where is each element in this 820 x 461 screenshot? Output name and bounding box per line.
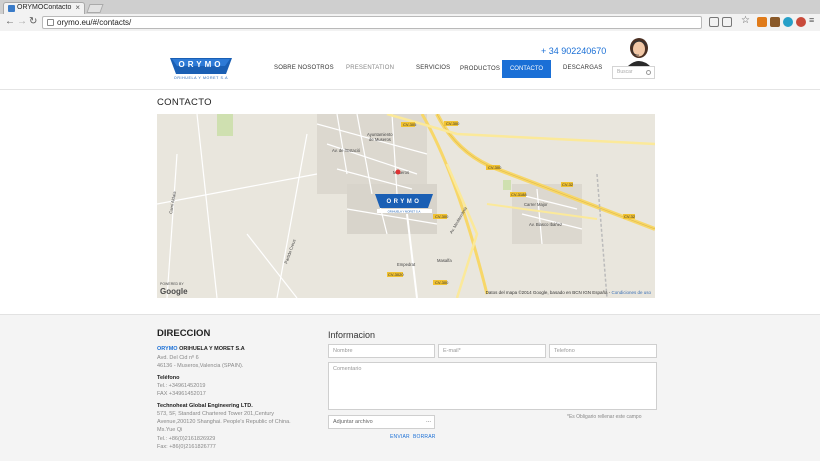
fax2-line: Fax: +86(0)2161826777 xyxy=(157,444,216,450)
name-placeholder: Nombre xyxy=(333,348,353,354)
phone-number: + 34 902240670 xyxy=(541,46,607,56)
page-title: CONTACTO xyxy=(157,97,212,108)
google-label: Google xyxy=(160,287,188,296)
star-icon[interactable]: ☆ xyxy=(741,15,751,26)
google-logo[interactable]: POWERED BY Google xyxy=(160,282,188,296)
tel2-line: Tel.: +86(0)2161826929 xyxy=(157,436,216,442)
contact-person: Ms.Yue Qi xyxy=(157,427,183,433)
reload-icon[interactable]: ↻ xyxy=(29,16,37,27)
svg-text:CV-32: CV-32 xyxy=(624,214,636,219)
svg-text:CV-300: CV-300 xyxy=(435,280,449,285)
svg-text:CV-32: CV-32 xyxy=(562,182,574,187)
orymo-logo[interactable]: ORYMO ORIHUELA Y MORET S.A xyxy=(170,54,232,80)
browser-toolbar: ← → ↻ orymo.eu/#/contacts/ ☆ ≡ xyxy=(0,14,820,31)
nav-sobre-nosotros[interactable]: SOBRE NOSOTROS xyxy=(274,65,334,71)
tab-title: ORYMOContacto xyxy=(17,4,72,11)
search-input[interactable]: Buscar xyxy=(617,69,633,75)
page-icon xyxy=(47,19,54,26)
map-canvas[interactable]: CV-300 CV-300 CV-3188 CV-32 CV-32 CV-300… xyxy=(157,114,655,298)
close-tab-icon[interactable]: × xyxy=(75,3,80,12)
address-bar[interactable]: orymo.eu/#/contacts/ xyxy=(42,16,702,29)
map-terms-link[interactable]: Condiciones de uso xyxy=(611,290,651,295)
shield-icon[interactable] xyxy=(709,17,719,27)
reader-icon[interactable] xyxy=(722,17,732,27)
phone-field[interactable]: Telefono xyxy=(549,344,657,358)
map-credit-text: Datos del mapa ©2014 Google, basado en B… xyxy=(485,290,608,295)
google-map[interactable]: CV-300 CV-300 CV-3188 CV-32 CV-32 CV-300… xyxy=(157,114,655,298)
svg-text:ORYMO: ORYMO xyxy=(387,199,422,205)
clear-button[interactable]: BORRAR xyxy=(413,434,436,440)
powered-by-label: POWERED BY xyxy=(160,282,184,286)
comment-placeholder: Comentario xyxy=(333,366,362,372)
orymo-map-marker[interactable]: ORYMO ORIHUELA Y MORET S.A xyxy=(375,194,433,213)
place-museros: Museros xyxy=(393,170,409,175)
company-brand: ORYMO xyxy=(157,346,178,352)
back-icon[interactable]: ← xyxy=(5,16,15,27)
svg-text:Av. de l'Estació: Av. de l'Estació xyxy=(332,148,361,153)
attach-file-field[interactable]: Adjuntar archivo... xyxy=(328,415,435,429)
svg-text:CV-300: CV-300 xyxy=(488,165,502,170)
nav-servicios[interactable]: SERVICIOS xyxy=(416,65,450,71)
attach-label: Adjuntar archivo xyxy=(333,419,373,425)
name-field[interactable]: Nombre xyxy=(328,344,435,358)
nav-contacto[interactable]: CONTACTO xyxy=(502,60,551,78)
new-tab-button[interactable] xyxy=(86,4,104,13)
svg-text:CV-3188: CV-3188 xyxy=(511,192,527,197)
nav-productos-label: PRODUCTOS xyxy=(460,66,501,72)
direccion-title: DIRECCION xyxy=(157,328,211,339)
support-agent-avatar xyxy=(626,38,652,68)
company-label: ORIHUELA Y MORET S.A xyxy=(179,346,245,352)
map-credit: Datos del mapa ©2014 Google, basado en B… xyxy=(485,290,651,295)
extension-blue-icon[interactable] xyxy=(783,17,793,27)
send-button[interactable]: ENVIAR xyxy=(390,434,410,440)
svg-text:Carrer Major: Carrer Major xyxy=(524,202,548,207)
svg-text:ORYMO: ORYMO xyxy=(179,60,224,69)
svg-text:Av. Blasco Ibáñez: Av. Blasco Ibáñez xyxy=(529,222,562,227)
svg-text:CV-3020: CV-3020 xyxy=(388,272,404,277)
address-line-2: 46136 - Museros,Valencia (SPAIN). xyxy=(157,363,244,369)
company2-name: Technoheat Global Engineering LTD. xyxy=(157,403,253,409)
extension-orange-icon[interactable] xyxy=(757,17,767,27)
phone-placeholder: Telefono xyxy=(554,348,575,354)
url-text: orymo.eu/#/contacts/ xyxy=(57,18,132,27)
email-placeholder: E-mail* xyxy=(443,348,461,354)
comment-field[interactable]: Comentario xyxy=(328,362,657,410)
nav-presentation[interactable]: PRESENTATION xyxy=(346,65,394,71)
menu-icon[interactable]: ≡ xyxy=(809,15,819,25)
svg-text:de Museros: de Museros xyxy=(369,137,391,142)
favicon-icon xyxy=(8,5,15,12)
address2-line-1: 573, 5F, Standard Chartered Tower 201,Ce… xyxy=(157,411,274,417)
tab-strip: ORYMOContacto × xyxy=(0,0,820,14)
browser-tab[interactable]: ORYMOContacto × xyxy=(3,2,85,14)
nav-productos[interactable]: PRODUCTOS ▾ xyxy=(460,65,505,72)
forward-icon[interactable]: → xyxy=(17,16,27,27)
svg-text:CV-305: CV-305 xyxy=(403,122,417,127)
form-title: Informacion xyxy=(328,330,376,340)
svg-text:CV-300: CV-300 xyxy=(435,214,449,219)
road-label-cv300: CV-300 xyxy=(446,121,460,126)
tel-line: Tel.: +34961452019 xyxy=(157,383,206,389)
search-icon[interactable] xyxy=(646,70,651,75)
search-box[interactable]: Buscar xyxy=(612,66,655,79)
browser-chrome: ORYMOContacto × ← → ↻ orymo.eu/#/contact… xyxy=(0,0,820,31)
nav-descargas[interactable]: DESCARGAS xyxy=(563,65,602,71)
svg-text:Masalfa: Masalfa xyxy=(437,258,452,263)
required-note: *Es Obligario rellenar este campo xyxy=(567,414,642,420)
extension-brown-icon[interactable] xyxy=(770,17,780,27)
extension-red-icon[interactable] xyxy=(796,17,806,27)
address-line-1: Avd. Del Cid nº 6 xyxy=(157,355,199,361)
email-field[interactable]: E-mail* xyxy=(438,344,546,358)
site-header: ORYMO ORIHUELA Y MORET S.A SOBRE NOSOTRO… xyxy=(0,32,820,90)
address2-line-2: Avenue,200120 Shanghai. People's Republi… xyxy=(157,419,291,425)
phone-label: Teléfono xyxy=(157,375,180,381)
fax-line: FAX +34961452017 xyxy=(157,391,206,397)
svg-text:ORIHUELA Y MORET S.A: ORIHUELA Y MORET S.A xyxy=(174,76,228,80)
svg-text:ORIHUELA Y MORET S.A: ORIHUELA Y MORET S.A xyxy=(388,209,421,213)
svg-text:Empedrat: Empedrat xyxy=(397,262,416,267)
browse-button[interactable]: ... xyxy=(426,418,431,424)
company-name: ORYMO ORIHUELA Y MORET S.A xyxy=(157,346,245,352)
